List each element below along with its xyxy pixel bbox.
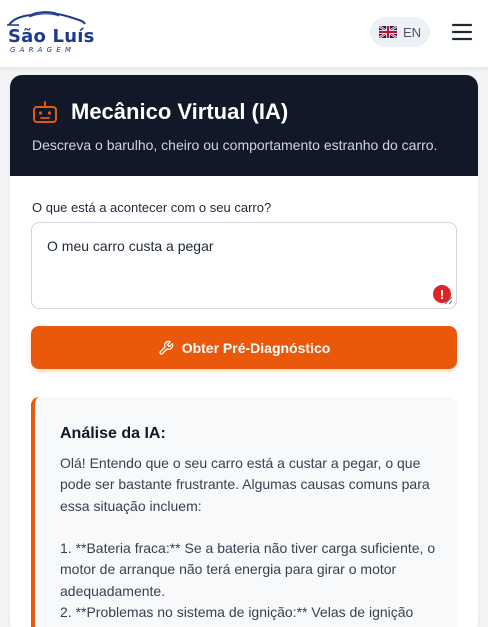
hamburger-menu-icon[interactable] <box>449 19 475 45</box>
wrench-icon <box>159 340 174 355</box>
problem-textarea[interactable]: O meu carro custa a pegar ! <box>31 222 457 309</box>
logo[interactable]: São Luís GARAGEM <box>7 10 94 54</box>
top-header: São Luís GARAGEM EN <box>0 0 488 68</box>
robot-icon <box>33 101 57 123</box>
uk-flag-icon <box>378 26 397 38</box>
virtual-mechanic-card: Mecânico Virtual (IA) Descreva o barulho… <box>10 75 478 627</box>
analysis-body: Olá! Entendo que o seu carro está a cust… <box>60 453 440 623</box>
logo-subtitle: GARAGEM <box>10 46 76 54</box>
question-label: O que está a acontecer com o seu carro? <box>32 200 272 215</box>
card-title: Mecânico Virtual (IA) <box>71 99 289 124</box>
card-subtitle: Descreva o barulho, cheiro ou comportame… <box>32 137 438 153</box>
analysis-item-2: 2. **Problemas no sistema de ignição:** … <box>60 604 414 621</box>
analysis-intro: Olá! Entendo que o seu carro está a cust… <box>60 455 430 514</box>
analysis-title: Análise da IA: <box>60 425 166 442</box>
logo-name: São Luís <box>8 26 95 47</box>
language-label: EN <box>402 24 422 40</box>
problem-textarea-value: O meu carro custa a pegar <box>47 238 214 254</box>
analysis-item-1: 1. **Bateria fraca:** Se a bateria não t… <box>60 540 436 599</box>
ai-analysis-panel: Análise da IA: Olá! Entendo que o seu ca… <box>31 397 457 627</box>
resize-handle-icon[interactable] <box>444 296 453 305</box>
get-prediagnosis-label: Obter Pré-Diagnóstico <box>181 339 331 356</box>
get-prediagnosis-button[interactable]: Obter Pré-Diagnóstico <box>31 326 457 369</box>
card-header: Mecânico Virtual (IA) Descreva o barulho… <box>10 75 478 176</box>
language-switcher[interactable]: EN <box>370 17 430 47</box>
